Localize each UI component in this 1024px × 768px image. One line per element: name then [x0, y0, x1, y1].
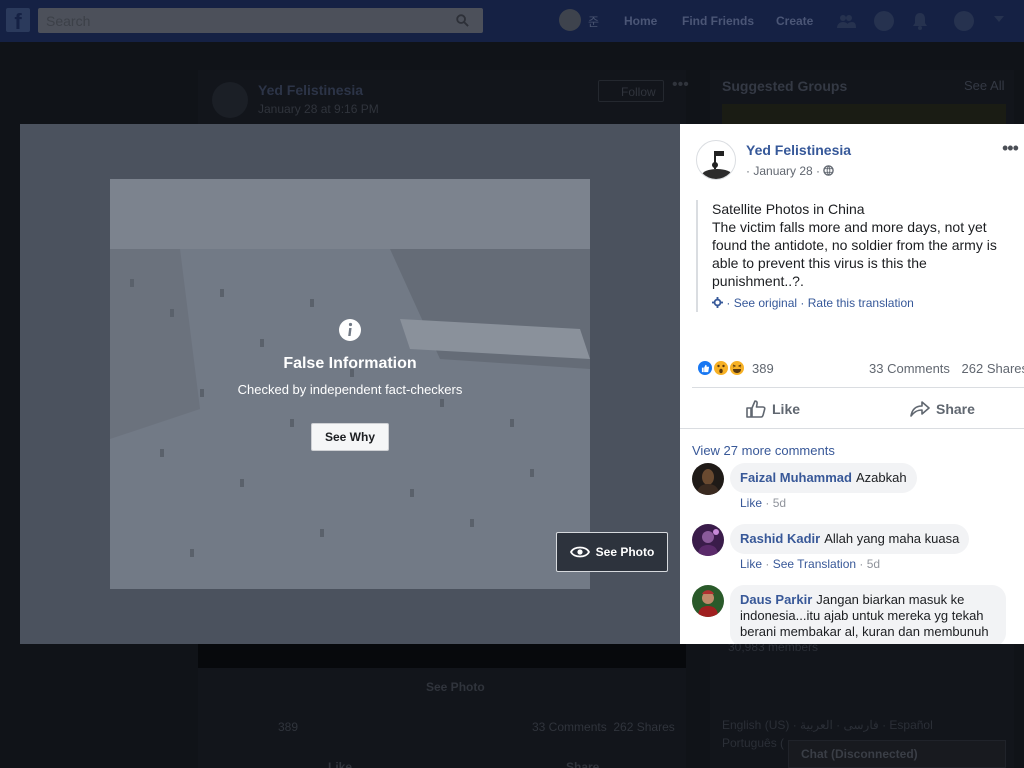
divider — [680, 428, 1024, 429]
chat-bar: Chat (Disconnected) — [788, 740, 1006, 768]
background-share: Share — [566, 760, 600, 768]
see-original-link[interactable]: See original — [734, 296, 797, 310]
view-more-comments-link[interactable]: View 27 more comments — [692, 443, 835, 458]
fact-check-subtitle: Checked by independent fact-checkers — [237, 382, 463, 397]
comment-time[interactable]: 5d — [867, 557, 880, 571]
post-side-panel: Yed Felistinesia · January 28 · ••• Sate… — [680, 124, 1024, 644]
search-icon[interactable] — [456, 14, 469, 27]
profile-avatar[interactable] — [559, 9, 581, 31]
background-like: Like — [328, 760, 353, 768]
facebook-logo-icon[interactable]: f — [6, 8, 30, 32]
commenter-name[interactable]: Faizal Muhammad — [740, 470, 852, 485]
friend-requests-icon[interactable] — [836, 11, 856, 31]
gear-icon — [712, 297, 723, 308]
comment-bubble: Daus Parkir Jangan biarkan masuk ke indon… — [730, 585, 1006, 644]
more-options-icon[interactable]: ••• — [1002, 138, 1019, 159]
commenter-name[interactable]: Daus Parkir — [740, 592, 812, 607]
false-information-title: False Information — [283, 355, 417, 372]
reaction-summary[interactable]: 389 — [696, 358, 774, 378]
nav-home[interactable]: Home — [624, 14, 657, 28]
divider — [692, 387, 1024, 388]
comments-count-link[interactable]: 33 Comments — [869, 361, 950, 376]
background-post-avatar — [212, 82, 248, 118]
post-text-title: Satellite Photos in China — [712, 201, 865, 217]
globe-icon — [823, 165, 835, 176]
comment-like-link[interactable]: Like — [740, 557, 762, 571]
follow-label: Follow — [621, 85, 656, 99]
background-post-date: January 28 at 9:16 PM — [258, 102, 379, 116]
eye-icon — [569, 546, 590, 558]
post-author-name[interactable]: Yed Felistinesia — [746, 142, 851, 158]
comment-actions: Like · See Translation · 5d — [740, 557, 881, 571]
info-icon — [339, 319, 361, 341]
chat-status: Chat (Disconnected) — [801, 747, 918, 761]
background-see-photo: See Photo — [426, 680, 485, 694]
commenter-avatar[interactable] — [692, 524, 724, 556]
group-cover — [722, 104, 1006, 124]
top-navigation-bar: f Search 준 Home Find Friends Create — [0, 0, 1024, 42]
post-date-row: · January 28 · — [746, 164, 835, 178]
haha-reaction-icon — [728, 359, 746, 377]
post-date[interactable]: January 28 — [753, 164, 812, 178]
post-text: Satellite Photos in China The victim fal… — [696, 200, 1006, 312]
commenter-avatar[interactable] — [692, 463, 724, 495]
commenter-name[interactable]: Rashid Kadir — [740, 531, 820, 546]
background-post-author: Yed Felistinesia — [258, 82, 364, 98]
suggested-groups-title: Suggested Groups — [722, 78, 848, 94]
notifications-icon[interactable] — [910, 11, 930, 31]
background-reaction-count: 389 — [278, 720, 299, 734]
share-icon — [910, 401, 930, 417]
share-button[interactable]: Share — [910, 400, 975, 418]
engagement-counts: 33 Comments 262 Shares — [869, 361, 1024, 376]
nav-create[interactable]: Create — [776, 14, 813, 28]
background-counts: 33 Comments 262 Shares — [532, 720, 675, 734]
commenter-avatar[interactable] — [692, 585, 724, 617]
background-photo-bottom — [198, 644, 686, 668]
comment-bubble: Rashid Kadir Allah yang maha kuasa — [730, 524, 970, 554]
see-photo-button[interactable]: See Photo — [556, 532, 668, 572]
see-photo-label: See Photo — [595, 545, 655, 559]
comment-actions: Like · 5d — [740, 496, 787, 510]
more-options-icon: ••• — [672, 76, 689, 93]
nav-find-friends[interactable]: Find Friends — [682, 14, 754, 28]
like-label: Like — [772, 401, 801, 417]
language-links: English (US) · فارسی · العربية · Español — [722, 718, 933, 732]
comment-like-link[interactable]: Like — [740, 496, 762, 510]
profile-name[interactable]: 준 — [588, 13, 599, 30]
shares-count-link[interactable]: 262 Shares — [962, 361, 1024, 376]
see-translation-link[interactable]: See Translation — [773, 557, 856, 571]
comment-text: Allah yang maha kuasa — [824, 531, 960, 546]
messenger-icon[interactable] — [874, 11, 894, 31]
follow-button: Follow — [598, 80, 664, 102]
rate-translation-link[interactable]: Rate this translation — [808, 296, 914, 310]
author-avatar[interactable] — [696, 140, 736, 180]
see-why-button[interactable]: See Why — [311, 423, 389, 451]
photo-scene — [110, 249, 590, 557]
see-all-link: See All — [964, 78, 1005, 93]
comment-bubble: Faizal Muhammad Azabkah — [730, 463, 917, 493]
reaction-count: 389 — [752, 360, 774, 376]
thumbs-up-icon — [746, 400, 766, 418]
translation-row: · See original · Rate this translation — [712, 294, 1006, 312]
search-box[interactable]: Search — [38, 8, 483, 33]
comment-text: Azabkah — [855, 470, 907, 485]
post-text-body: The victim falls more and more days, not… — [712, 219, 997, 289]
language-links-2: Português ( — [722, 736, 785, 750]
like-button[interactable]: Like — [746, 400, 800, 418]
help-icon[interactable] — [954, 11, 974, 31]
chevron-down-icon[interactable] — [994, 16, 1004, 22]
photo-top-band — [110, 179, 590, 249]
search-input[interactable]: Search — [46, 13, 90, 29]
share-label: Share — [936, 401, 975, 417]
comment-time[interactable]: 5d — [773, 496, 786, 510]
